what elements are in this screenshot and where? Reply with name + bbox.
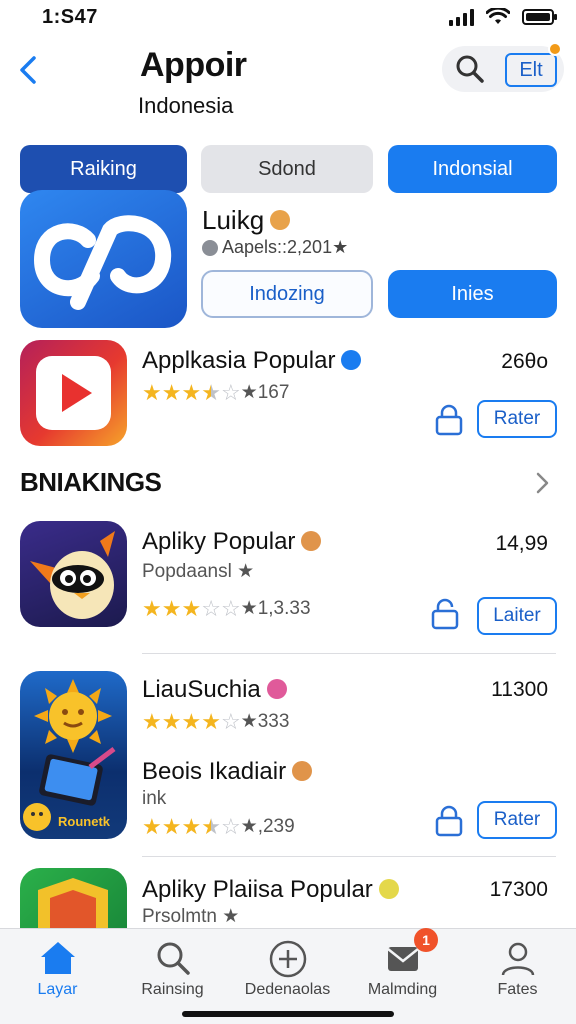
- infinity-logo-icon: [33, 215, 172, 310]
- section-title: BNIAKINGS: [20, 467, 162, 497]
- app-price: 26θo: [501, 350, 548, 373]
- app-subtitle: Popdaansl ★: [142, 561, 255, 582]
- app-icon-video[interactable]: [20, 340, 127, 446]
- rating-count: ★,239: [240, 816, 295, 837]
- status-bar: 1:S47: [0, 0, 576, 40]
- avatar: [202, 239, 218, 256]
- app-name[interactable]: Applkasia Popular: [142, 347, 362, 375]
- emoji-face-icon: [378, 878, 399, 899]
- app-subtitle: ink: [142, 788, 167, 809]
- later-button[interactable]: Laiter: [477, 597, 557, 635]
- rater-button[interactable]: Rater: [477, 801, 557, 839]
- lock-icon[interactable]: [434, 805, 464, 837]
- featured-outline-button[interactable]: Indozing: [201, 270, 373, 318]
- app-icon-shield[interactable]: [20, 868, 127, 928]
- tab-messages[interactable]: Malmding: [345, 929, 460, 1009]
- app-subtitle: Prsolmtn ★: [142, 906, 240, 927]
- app-price: 11300: [491, 678, 548, 701]
- plus-circle-icon: [269, 940, 306, 978]
- person-icon: [501, 942, 534, 976]
- row-divider: [142, 653, 556, 654]
- segment-ranking[interactable]: Raiking: [20, 145, 187, 193]
- app-name[interactable]: Apliky Popular: [142, 528, 322, 556]
- chevron-right-icon[interactable]: [532, 470, 552, 496]
- bird-character-icon: [30, 531, 115, 619]
- tab-layar[interactable]: Layar: [0, 929, 115, 1009]
- app-price: 17300: [489, 878, 548, 901]
- tab-search[interactable]: Rainsing: [115, 929, 230, 1009]
- featured-app-icon[interactable]: [20, 190, 187, 328]
- star-rating: ★ ★ ★ ☆ ☆ ★1,3.33: [142, 595, 311, 621]
- segment-second[interactable]: Sdond: [201, 145, 373, 193]
- home-icon: [40, 942, 75, 974]
- star-rating: ★ ★ ★ ★ ☆ ★167: [142, 379, 290, 405]
- search-icon[interactable]: [454, 53, 486, 85]
- tab-profile[interactable]: Fates: [460, 929, 575, 1009]
- app-name[interactable]: Apliky Plaiisa Popular: [142, 876, 399, 904]
- rater-button[interactable]: Rater: [477, 400, 557, 438]
- status-time: 1:S47: [42, 6, 98, 28]
- row-divider: [142, 856, 556, 857]
- rating-count: ★1,3.33: [240, 598, 311, 619]
- emoji-face-icon: [301, 530, 322, 551]
- back-chevron-icon[interactable]: [14, 50, 44, 90]
- star-rating: ★ ★ ★ ★ ☆ ★333: [142, 708, 290, 734]
- featured-app-meta: Aapels::2,201★: [202, 237, 348, 258]
- tab-add[interactable]: Dedenaolas: [230, 929, 345, 1009]
- lock-icon[interactable]: [434, 404, 464, 436]
- app-price: 14,99: [495, 532, 548, 555]
- verified-badge-icon: [341, 349, 362, 370]
- page-subtitle: Indonesia: [138, 93, 234, 118]
- page-title: Appoir: [140, 46, 247, 84]
- play-icon: [62, 374, 92, 412]
- home-indicator: [182, 1011, 394, 1017]
- app-icon-bird-game[interactable]: [20, 521, 127, 627]
- notification-dot: [548, 42, 562, 56]
- emoji-face-icon: [292, 760, 313, 781]
- app-name[interactable]: Beois Ikadiair: [142, 758, 313, 786]
- edit-button[interactable]: Elt: [505, 53, 557, 87]
- app-name[interactable]: LiauSuchia: [142, 676, 287, 704]
- emoji-face-icon: [270, 210, 291, 231]
- featured-app-name[interactable]: Luikg: [202, 205, 291, 236]
- tab-bar: Layar Rainsing Dedenaolas Malmding Fates: [0, 928, 576, 1024]
- status-icons: [449, 8, 557, 26]
- rating-count: ★333: [240, 711, 290, 732]
- star-rating: ★ ★ ★ ★ ☆ ★,239: [142, 813, 295, 839]
- shield-icon: [38, 878, 108, 928]
- icon-caption: Rounetk: [58, 814, 110, 829]
- notification-badge: 1: [414, 928, 438, 952]
- rating-count: ★167: [240, 382, 290, 403]
- cellular-signal-icon: [449, 8, 474, 26]
- search-icon: [157, 942, 190, 975]
- segment-indonesia[interactable]: Indonsial: [388, 145, 557, 193]
- wifi-icon: [486, 8, 510, 24]
- app-icon-sun-game[interactable]: Rounetk: [20, 671, 127, 839]
- unlock-icon[interactable]: [430, 598, 460, 630]
- battery-icon: [522, 9, 557, 25]
- featured-solid-button[interactable]: Inies: [388, 270, 557, 318]
- info-badge-icon: [266, 678, 287, 699]
